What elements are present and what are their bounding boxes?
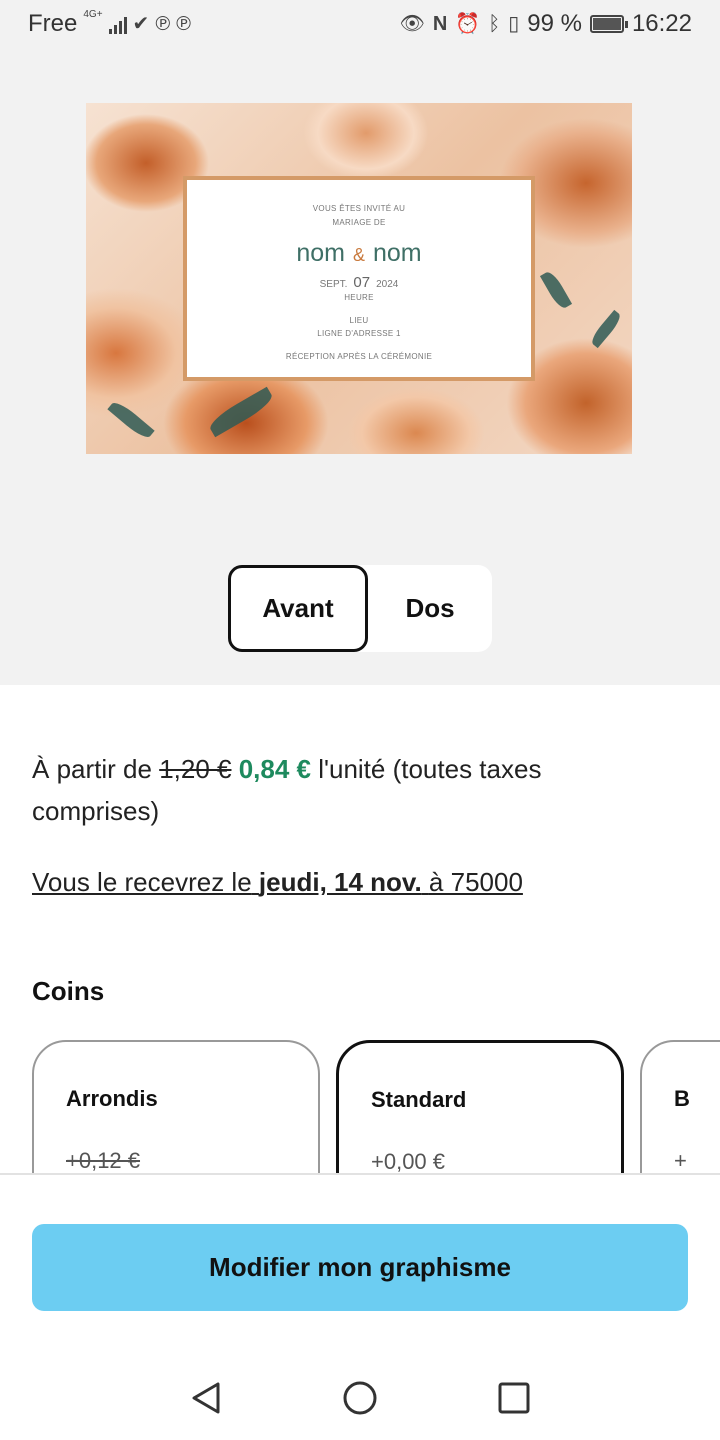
time-line: HEURE	[344, 293, 374, 302]
price-prefix: À partir de	[32, 754, 152, 784]
delivery-postcode: à 75000	[428, 867, 523, 897]
invitation-text-frame: VOUS ÊTES INVITÉ AU MARIAGE DE nom & nom S…	[183, 176, 535, 381]
delivery-prefix: Vous le recevrez le	[32, 867, 252, 897]
download-done-icon: ✔	[132, 13, 150, 35]
couple-names: nom & nom	[187, 239, 531, 268]
new-price: 0,84 €	[238, 754, 312, 784]
network-type-label: 4G+	[83, 9, 103, 20]
carrier-label: Free	[28, 10, 78, 37]
corner-options: Arrondis +0,12 € Standard +0,00 € B +	[0, 1040, 720, 1174]
system-nav-bar	[0, 1356, 720, 1440]
reception-line: RÉCEPTION APRÈS LA CÉRÉMONIE	[285, 352, 433, 361]
corner-option-rounded[interactable]: Arrondis +0,12 €	[32, 1040, 320, 1174]
back-icon[interactable]	[188, 1378, 228, 1418]
delivery-date: jeudi, 14 nov.	[258, 867, 422, 897]
clock: 16:22	[631, 10, 692, 37]
divider	[0, 1173, 720, 1175]
leaf-decoration	[206, 386, 276, 438]
edit-design-button[interactable]: Modifier mon graphisme	[32, 1224, 688, 1311]
address-line: LIGNE D'ADRESSE 1	[317, 329, 401, 338]
leaf-decoration	[107, 398, 155, 442]
battery-icon	[589, 15, 628, 33]
invite-line-2: MARIAGE DE	[332, 218, 386, 227]
delivery-link[interactable]: Vous le recevrez le jeudi, 14 nov. à 750…	[32, 862, 523, 902]
home-icon[interactable]	[340, 1378, 380, 1418]
corners-section-title: Coins	[32, 976, 105, 1006]
leaf-decoration	[539, 269, 573, 311]
vibrate-icon: ▯	[508, 13, 520, 35]
name-2: nom	[373, 239, 422, 267]
preview-area: VOUS ÊTES INVITÉ AU MARIAGE DE nom & nom S…	[0, 48, 720, 685]
corner-option-third[interactable]: B +	[640, 1040, 720, 1174]
date-month: SEPT.	[319, 279, 348, 290]
option-name: B	[674, 1086, 690, 1111]
tab-front[interactable]: Avant	[228, 565, 368, 652]
price-info: À partir de 1,20 € 0,84 € l'unité (toute…	[32, 748, 672, 832]
option-price: +0,12 €	[66, 1148, 141, 1173]
date-year: 2024	[376, 279, 399, 290]
wedding-date: SEPT. 07 2024	[187, 274, 531, 291]
option-price: +	[674, 1148, 687, 1173]
status-bar: Free 4G+ ✔ ℗ ℗ 👁 N ⏰ ᛒ ▯ 99 % 16:22	[0, 0, 720, 48]
alarm-icon: ⏰	[455, 13, 481, 35]
battery-percent: 99 %	[527, 10, 582, 37]
leaf-decoration	[588, 309, 624, 349]
nfc-icon: N	[432, 13, 448, 35]
option-name: Arrondis	[66, 1086, 158, 1111]
old-price: 1,20 €	[159, 754, 232, 784]
bluetooth-icon: ᛒ	[488, 13, 501, 35]
pinterest-icon: ℗	[155, 13, 171, 35]
invitation-card-preview[interactable]: VOUS ÊTES INVITÉ AU MARIAGE DE nom & nom S…	[86, 103, 632, 454]
eye-icon: 👁	[399, 13, 425, 35]
tab-back[interactable]: Dos	[368, 565, 492, 652]
option-name: Standard	[371, 1087, 467, 1112]
name-1: nom	[296, 239, 345, 267]
invite-line-1: VOUS ÊTES INVITÉ AU	[312, 204, 406, 213]
side-toggle: Avant Dos	[228, 565, 492, 652]
recent-apps-icon[interactable]	[494, 1378, 534, 1418]
option-price: +0,00 €	[371, 1149, 446, 1174]
pinterest-icon-2: ℗	[176, 13, 191, 35]
place-line: LIEU	[349, 316, 369, 325]
signal-icon	[108, 14, 127, 34]
ampersand: &	[352, 245, 365, 265]
corner-option-standard[interactable]: Standard +0,00 €	[336, 1040, 624, 1174]
date-day: 07	[353, 274, 371, 291]
